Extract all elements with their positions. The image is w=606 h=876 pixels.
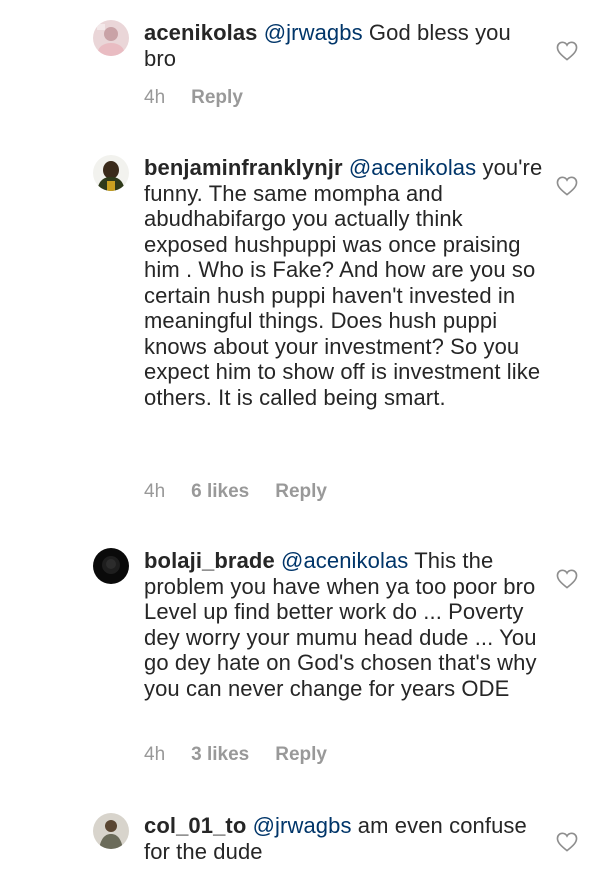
username[interactable]: bolaji_brade — [144, 548, 275, 573]
comment-meta: 4h 3 likes Reply — [144, 744, 353, 766]
username[interactable]: acenikolas — [144, 20, 258, 45]
heart-outline-icon[interactable] — [556, 832, 578, 852]
comment-time: 4h — [144, 744, 166, 765]
comment-meta: 4h Reply — [144, 87, 269, 109]
comment-text: benjaminfranklynjr @acenikolas you're fu… — [144, 155, 544, 410]
reply-button[interactable]: Reply — [275, 481, 327, 503]
heart-outline-icon[interactable] — [556, 176, 578, 196]
comment-text: bolaji_brade @acenikolas This the proble… — [144, 548, 544, 701]
likes-count[interactable]: 6 likes — [191, 481, 249, 503]
heart-outline-icon[interactable] — [556, 41, 578, 61]
avatar[interactable] — [93, 20, 129, 56]
reply-button[interactable]: Reply — [191, 87, 243, 109]
likes-count[interactable]: 3 likes — [191, 744, 249, 766]
heart-outline-icon[interactable] — [556, 569, 578, 589]
comment-body: you're funny. The same mompha and abudha… — [144, 155, 543, 410]
username[interactable]: col_01_to — [144, 813, 246, 838]
mention-link[interactable]: @jrwagbs — [253, 813, 352, 838]
mention-link[interactable]: @acenikolas — [349, 155, 476, 180]
comment-text: acenikolas @jrwagbs God bless you bro — [144, 20, 544, 71]
comment-time: 4h — [144, 87, 166, 108]
username[interactable]: benjaminfranklynjr — [144, 155, 343, 180]
avatar[interactable] — [93, 548, 129, 584]
reply-button[interactable]: Reply — [275, 744, 327, 766]
comment-text: col_01_to @jrwagbs am even confuse for t… — [144, 813, 544, 864]
mention-link[interactable]: @jrwagbs — [264, 20, 363, 45]
mention-link[interactable]: @acenikolas — [281, 548, 408, 573]
comment-time: 4h — [144, 481, 166, 502]
comment-meta: 4h 6 likes Reply — [144, 481, 353, 503]
avatar[interactable] — [93, 155, 129, 191]
avatar[interactable] — [93, 813, 129, 849]
